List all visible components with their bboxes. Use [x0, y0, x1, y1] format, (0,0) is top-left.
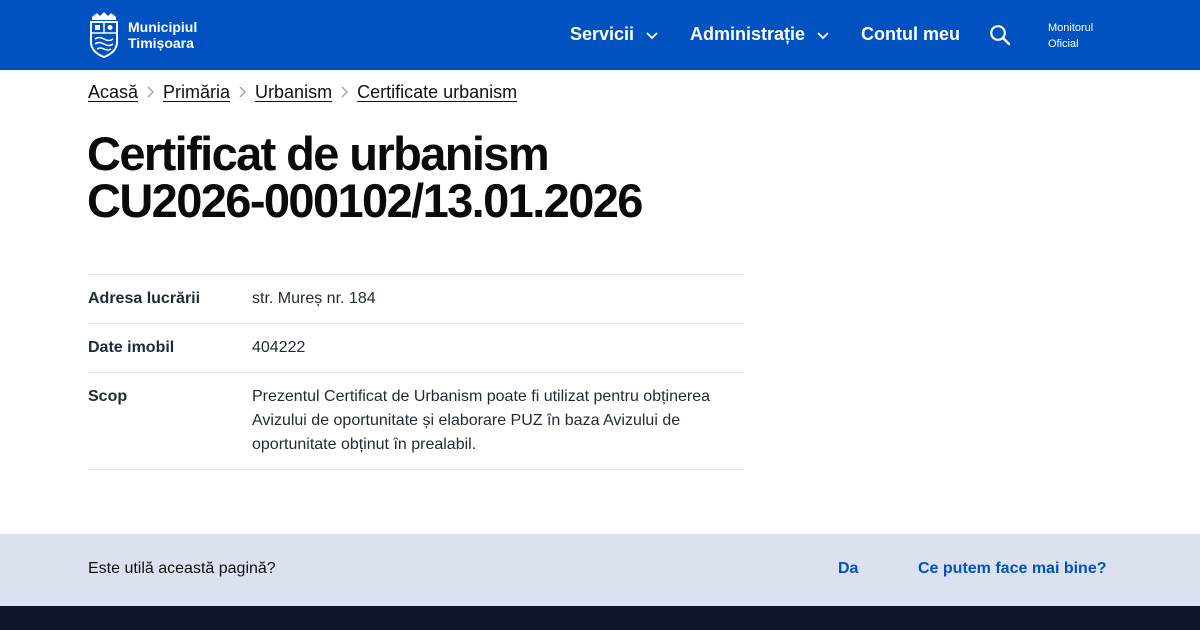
breadcrumb-item-primaria[interactable]: Primăria — [163, 82, 230, 103]
feedback-question: Este utilă această pagină? — [88, 560, 276, 577]
nav-item-label: Servicii — [570, 24, 635, 44]
nav-item-contul-meu[interactable]: Contul meu — [861, 24, 960, 45]
details-value: str. Mureș nr. 184 — [252, 290, 376, 307]
nav-item-servicii[interactable]: Servicii — [570, 24, 659, 45]
details-row-adresa: Adresa lucrării str. Mureș nr. 184 — [88, 275, 744, 324]
details-value: Prezentul Certificat de Urbanism poate f… — [252, 388, 711, 453]
logo-line-1: Municipiul — [128, 18, 198, 35]
breadcrumb: Acasă Primăria Urbanism Certificate urba… — [88, 80, 517, 104]
site-header: Municipiul Timișoara Servicii Administra… — [0, 0, 1200, 70]
logo-line-2: Timișoara — [128, 34, 194, 51]
feedback-bar: Este utilă această pagină? Da Ce putem f… — [0, 534, 1200, 606]
chevron-right-icon — [239, 86, 247, 98]
nav-item-label: Administrație — [690, 24, 806, 44]
page-title-line-2: CU2026-000102/13.01.2026 — [87, 174, 643, 227]
page-title-line-1: Certificat de urbanism — [87, 127, 550, 180]
feedback-improve-button[interactable]: Ce putem face mai bine? — [918, 560, 1107, 578]
breadcrumb-item-certificate-urbanism[interactable]: Certificate urbanism — [357, 82, 517, 103]
chevron-down-icon — [646, 31, 658, 39]
chevron-right-icon — [147, 86, 155, 98]
nav-item-administratie[interactable]: Administrație — [690, 24, 830, 45]
site-logo-text: Municipiul Timișoara — [128, 19, 197, 51]
breadcrumb-item-urbanism[interactable]: Urbanism — [255, 82, 332, 103]
breadcrumb-item-acasa[interactable]: Acasă — [88, 82, 138, 103]
monitor-line-1: Monitorul — [1048, 22, 1094, 34]
monitor-line-2: Oficial — [1048, 38, 1079, 50]
feedback-yes-button[interactable]: Da — [838, 560, 858, 578]
page-title: Certificat de urbanism CU2026-000102/13.… — [87, 130, 807, 224]
city-crest-icon — [90, 12, 118, 58]
details-value: 404222 — [252, 339, 306, 356]
details-row-date-imobil: Date imobil 404222 — [88, 324, 744, 373]
search-icon[interactable] — [989, 24, 1011, 46]
monitorul-oficial-link[interactable]: Monitorul Oficial — [1048, 20, 1093, 52]
details-label: Date imobil — [88, 339, 175, 356]
details-label: Adresa lucrării — [88, 290, 201, 307]
site-footer — [0, 606, 1200, 630]
chevron-down-icon — [817, 31, 829, 39]
site-logo-link[interactable]: Municipiul Timișoara — [88, 11, 197, 58]
details-label: Scop — [88, 388, 128, 405]
nav-item-label: Contul meu — [861, 24, 960, 44]
certificate-details-table: Adresa lucrării str. Mureș nr. 184 Date … — [88, 274, 744, 470]
chevron-right-icon — [341, 86, 349, 98]
details-row-scop: Scop Prezentul Certificat de Urbanism po… — [88, 373, 744, 470]
